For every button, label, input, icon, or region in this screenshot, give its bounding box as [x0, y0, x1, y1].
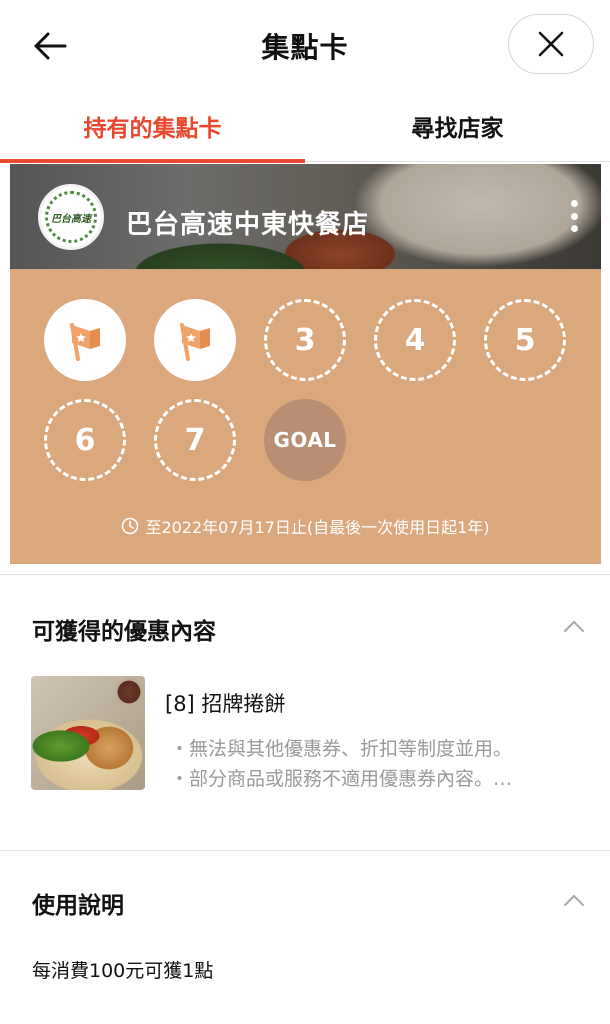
stamp-4: 4: [374, 299, 456, 381]
usage-section-title: 使用說明: [32, 893, 124, 919]
stamp-7: 7: [154, 399, 236, 481]
tab-owned-cards[interactable]: 持有的集點卡: [0, 90, 305, 163]
shop-logo-text: 巴台高速: [51, 213, 91, 225]
reward-note: ・部分商品或服務不適用優惠券內容。…: [170, 768, 513, 790]
stamp-3: 3: [264, 299, 346, 381]
flag-icon: [70, 323, 100, 361]
more-vertical-icon: [570, 200, 578, 207]
more-options-button[interactable]: [562, 194, 586, 238]
shop-logo: 巴台高速: [38, 184, 104, 250]
reward-name: [8] 招牌捲餅: [165, 692, 286, 716]
stamp-6: 6: [44, 399, 126, 481]
tab-find-stores[interactable]: 尋找店家: [305, 90, 610, 162]
shop-name: 巴台高速中東快餐店: [126, 210, 370, 240]
reward-image: [31, 676, 145, 790]
tab-bar: 持有的集點卡 尋找店家: [0, 90, 610, 163]
header: 集點卡: [0, 0, 610, 90]
stamp-5: 5: [484, 299, 566, 381]
reward-note: ・無法與其他優惠券、折扣等制度並用。: [170, 738, 513, 760]
clock-icon: [122, 517, 139, 535]
card-banner: 巴台高速 巴台高速中東快餐店: [10, 164, 601, 269]
stamp-card[interactable]: 巴台高速 巴台高速中東快餐店 3 4 5 6 7 GOAL 至2022年07月1…: [10, 164, 601, 564]
divider: [0, 574, 610, 575]
expiry-info: 至2022年07月17日止(自最後一次使用日起1年): [10, 514, 601, 538]
stamp-2: [154, 299, 236, 381]
close-button[interactable]: [508, 14, 594, 74]
stamp-goal: GOAL: [264, 399, 346, 481]
usage-text: 每消費100元可獲1點: [32, 960, 214, 982]
flag-icon: [180, 323, 210, 361]
close-icon: [538, 31, 564, 57]
stamp-1: [44, 299, 126, 381]
divider: [0, 850, 610, 851]
chevron-up-icon[interactable]: [562, 893, 586, 907]
chevron-up-icon[interactable]: [562, 619, 586, 633]
expiry-text: 至2022年07月17日止(自最後一次使用日起1年): [145, 518, 490, 537]
rewards-section-title: 可獲得的優惠內容: [32, 619, 216, 645]
